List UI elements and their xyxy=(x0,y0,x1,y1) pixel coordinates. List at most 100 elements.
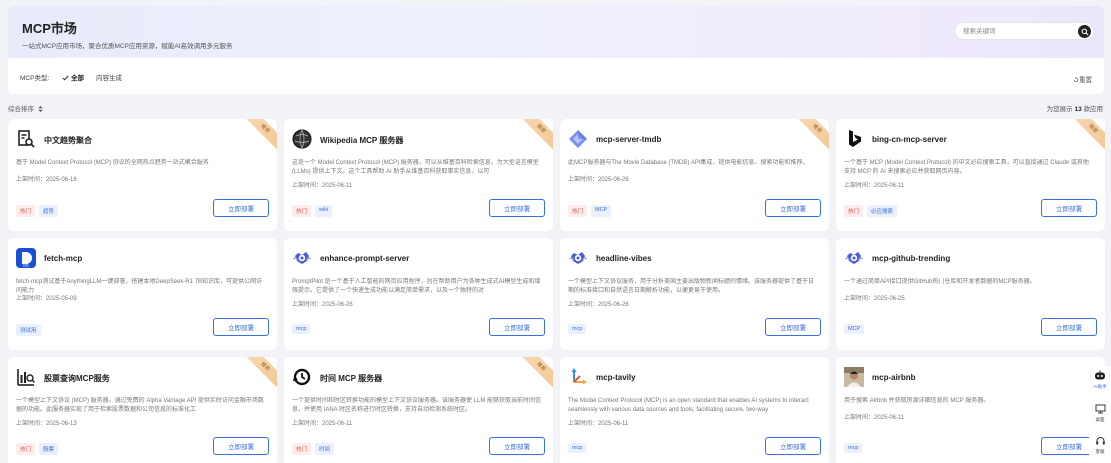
filter-option-content-generation[interactable]: 内容生成 xyxy=(96,72,122,82)
deploy-button[interactable]: 立即部署 xyxy=(765,199,821,217)
deploy-button[interactable]: 立即部署 xyxy=(213,199,269,217)
card-date: 上架时间：2025-06-25 xyxy=(844,296,905,302)
card-title[interactable]: 时间 MCP 服务器 xyxy=(320,373,382,384)
trend-search-icon xyxy=(16,129,36,149)
card-description: 一个基于 MCP (Model Context Protocol) 的中文必应搜… xyxy=(844,160,1089,175)
card-date: 上架时间：2025-06-26 xyxy=(568,302,629,308)
header-banner: MCP市场 一站式MCP应用市场，聚合优质MCP应用资源，赋能AI高效调用多元服… xyxy=(8,6,1104,58)
rail-support[interactable]: 客服 xyxy=(1089,436,1111,455)
deploy-button[interactable]: 立即部署 xyxy=(489,199,545,217)
count-suffix: 款应用 xyxy=(1083,106,1104,113)
deploy-button[interactable]: 立即部署 xyxy=(213,437,269,455)
card-title[interactable]: bing-cn-mcp-server xyxy=(872,135,947,144)
card-tag: 热门 xyxy=(844,205,864,217)
gear-cloud-icon xyxy=(844,248,864,268)
card-title[interactable]: headline-vibes xyxy=(596,254,652,263)
card-title[interactable]: fetch-mcp xyxy=(44,254,82,263)
rail-ai-assistant[interactable]: AI助手 xyxy=(1089,370,1111,390)
page-title: MCP市场 xyxy=(22,21,77,36)
deploy-button[interactable]: 立即部署 xyxy=(489,318,545,336)
deploy-button[interactable]: 立即部署 xyxy=(765,437,821,455)
app-card[interactable]: mcp-tavily The Model Context Protocol (MC… xyxy=(560,357,829,463)
stock-chart-icon xyxy=(16,367,36,387)
clock-icon xyxy=(292,367,312,387)
card-date: 上架时间：2025-06-11 xyxy=(292,183,353,189)
card-title[interactable]: enhance-prompt-server xyxy=(320,254,409,263)
sort-dropdown[interactable]: 综合排序 xyxy=(8,103,43,113)
sort-label: 综合排序 xyxy=(8,106,34,113)
deploy-button[interactable]: 立即部署 xyxy=(765,318,821,336)
count-prefix: 为您展示 xyxy=(1046,106,1073,113)
deploy-button[interactable]: 立即部署 xyxy=(489,437,545,455)
search-button[interactable] xyxy=(1078,25,1091,38)
app-card[interactable]: mcp-airbnb 用于搜索 Airbnb 并获取房源详细信息的 MCP 服务器… xyxy=(836,357,1105,463)
card-date: 上架时间：2025-06-16 xyxy=(16,177,77,183)
card-description: 一个提供时间和时区转换功能的模型上下文协议服务器。该服务器使 LLM 能够获取当… xyxy=(292,398,542,413)
app-card[interactable]: 推荐 时间 MCP 服务器 一个提供时间和时区转换功能的模型上下文协议服务器。该服务… xyxy=(284,357,553,463)
rail-desktop[interactable]: 桌面 xyxy=(1089,404,1111,423)
search-box xyxy=(954,22,1094,40)
card-tags: 热门 wiki xyxy=(292,205,333,217)
card-title[interactable]: mcp-github-trending xyxy=(872,254,950,263)
app-card[interactable]: Dify fetch-mcp fetch-mcp测试基于AnythingLLM一键部… xyxy=(8,238,277,350)
search-icon xyxy=(1081,28,1088,35)
card-title[interactable]: mcp-tavily xyxy=(596,373,636,382)
page-subtitle: 一站式MCP应用市场，聚合优质MCP应用资源，赋能AI高效调用多元服务 xyxy=(22,43,233,50)
filter-bar: MCP类型: 全部 内容生成 重置 xyxy=(8,58,1104,94)
card-date: 上架时间：2025-06-13 xyxy=(16,421,77,427)
card-tags: mcp xyxy=(568,443,587,453)
app-card[interactable]: 推荐 mcp-server-tmdb 此MCP服务器与The Movie Datab… xyxy=(560,119,829,231)
card-description: 这是一个 Model Context Protocol (MCP) 服务器，可以… xyxy=(292,160,539,175)
sort-icon xyxy=(38,106,43,112)
card-title[interactable]: 股票查询MCP服务 xyxy=(44,373,110,384)
filter-option-label: 全部 xyxy=(71,75,84,82)
reset-button[interactable]: 重置 xyxy=(1073,74,1092,84)
card-tags: 热门 时间 xyxy=(292,443,335,455)
card-description: 一个模型上下文协议 (MCP) 服务器，通过免费的 Alpha Vantage … xyxy=(16,398,264,413)
card-tags: 热门 股票 xyxy=(16,443,59,455)
cube-icon xyxy=(568,129,588,149)
card-date: 上架时间：2025-05-09 xyxy=(16,296,77,302)
card-tag: 趋势 xyxy=(39,205,59,217)
card-title[interactable]: mcp-server-tmdb xyxy=(596,135,661,144)
bing-logo-icon xyxy=(844,129,864,149)
card-title[interactable]: Wikipedia MCP 服务器 xyxy=(320,135,403,146)
result-count: 为您展示 13 款应用 xyxy=(1047,103,1103,113)
monitor-icon xyxy=(1095,404,1105,414)
card-tag: 热门 xyxy=(292,443,312,455)
app-card[interactable]: 推荐 中文趋势聚合 基于 Model Context Protocol (MCP) … xyxy=(8,119,277,231)
app-card[interactable]: 推荐 Wikipedia MCP 服务器这是一个 Model Context Pr… xyxy=(284,119,553,231)
app-card[interactable]: mcp-github-trending 一个通过简单API接口提供GitHub热门… xyxy=(836,238,1105,350)
card-tag: mcp xyxy=(568,324,587,334)
robot-icon xyxy=(1095,370,1105,380)
headset-icon xyxy=(1095,437,1105,445)
filter-option-all[interactable]: 全部 xyxy=(62,72,84,82)
recommend-ribbon: 推荐 xyxy=(516,119,553,154)
card-tag: mcp xyxy=(292,324,311,334)
recommend-ribbon: 推荐 xyxy=(1068,119,1105,154)
gear-cloud-icon xyxy=(292,248,312,268)
app-card[interactable]: 推荐 股票查询MCP服务 一个模型上下文协议 (MCP) 服务器，通过免费的 Alp… xyxy=(8,357,277,463)
card-description: 一个模型上下文协议服务，用于分析美国主要出版物新闻标题的情绪。该服务器提供了基于… xyxy=(568,279,815,294)
rail-label: 桌面 xyxy=(1095,417,1105,422)
deploy-button[interactable]: 立即部署 xyxy=(1041,199,1097,217)
card-date: 上架时间：2025-06-26 xyxy=(568,177,629,183)
card-tag: 热门 xyxy=(16,205,36,217)
card-title[interactable]: mcp-airbnb xyxy=(872,373,916,382)
count-value: 13 xyxy=(1074,106,1082,113)
card-date: 上架时间：2025-06-11 xyxy=(292,421,353,427)
rail-label: AI助手 xyxy=(1093,384,1107,389)
card-tag: 热门 xyxy=(16,443,36,455)
card-tag: wiki xyxy=(315,205,333,217)
app-card[interactable]: enhance-prompt-server PromptPilot 是一个基于人工… xyxy=(284,238,553,350)
card-tag: MCP xyxy=(591,205,612,217)
search-input[interactable] xyxy=(963,25,1073,37)
gear-cloud-icon xyxy=(568,248,588,268)
deploy-button[interactable]: 立即部署 xyxy=(213,318,269,336)
card-title[interactable]: 中文趋势聚合 xyxy=(44,135,92,146)
app-card[interactable]: headline-vibes 一个模型上下文协议服务，用于分析美国主要出版物新闻标… xyxy=(560,238,829,350)
app-card[interactable]: 推荐 bing-cn-mcp-server 一个基于 MCP (Model Cont… xyxy=(836,119,1105,231)
deploy-button[interactable]: 立即部署 xyxy=(1041,318,1097,336)
card-tag: 股票 xyxy=(39,443,59,455)
rail-label: 客服 xyxy=(1095,449,1105,454)
